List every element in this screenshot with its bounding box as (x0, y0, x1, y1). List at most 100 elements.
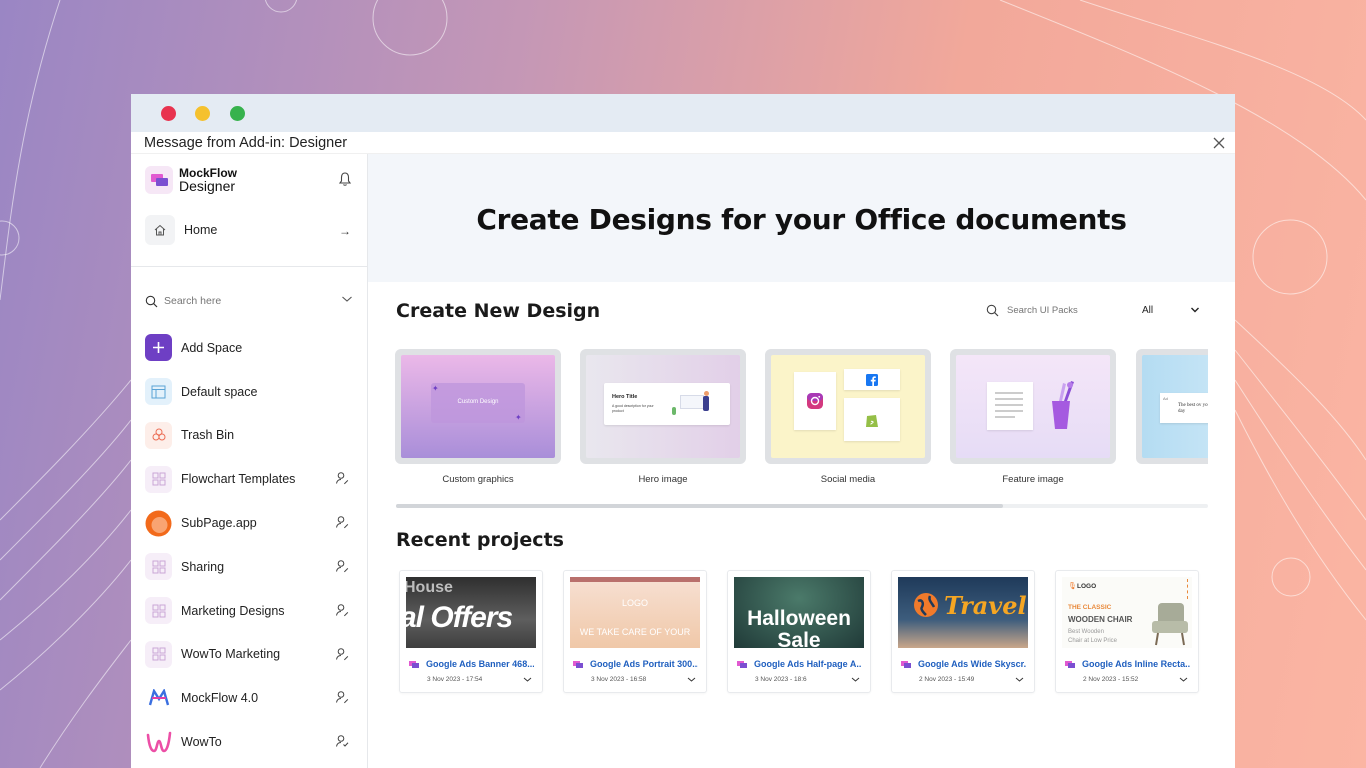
carousel-scrollbar[interactable] (396, 504, 1208, 508)
sidebar-item-label: Flowchart Templates (181, 472, 296, 487)
project-card[interactable]: Halloween Sale Google Ads Half-page A...… (727, 570, 871, 693)
template-inner-title: Hero Title (612, 394, 638, 400)
chevron-down-icon[interactable] (1179, 676, 1188, 683)
sidebar-item-trash-bin[interactable]: Trash Bin (145, 414, 355, 458)
sidebar-search-input[interactable] (164, 295, 324, 307)
trash-icon (145, 421, 172, 449)
sidebar-item-label: WowTo Marketing (181, 647, 281, 662)
user-edit-icon[interactable] (335, 647, 349, 661)
sidebar-item-subpage[interactable]: SubPage.app (145, 501, 355, 545)
project-card[interactable]: LOGO WE TAKE CARE OF YOUR Google Ads Por… (563, 570, 707, 693)
sidebar-item-label: WowTo (181, 735, 222, 750)
sidebar-item-mockflow-4[interactable]: MockFlow 4.0 (145, 676, 355, 720)
project-thumb-text: LOGO (1077, 583, 1097, 590)
wowto-logo-icon (145, 729, 172, 756)
project-thumbnail: Travel (898, 577, 1028, 648)
template-inner-text: The best ov your day (1178, 403, 1208, 414)
user-edit-icon[interactable] (335, 515, 349, 529)
sidebar-item-label: MockFlow 4.0 (181, 691, 259, 706)
chevron-down-icon[interactable] (1015, 676, 1024, 683)
designer-file-icon (573, 661, 583, 668)
user-edit-icon[interactable] (335, 471, 349, 485)
sidebar-item-flowchart-templates[interactable]: Flowchart Templates (145, 457, 355, 501)
user-edit-icon[interactable] (335, 690, 349, 704)
designer-file-icon (1065, 661, 1075, 668)
bell-icon[interactable] (338, 171, 352, 187)
project-thumbnail: House al Offers (406, 577, 536, 648)
template-card-hero-image[interactable]: Hero Title A good description for your p… (580, 349, 746, 485)
hero-title: Create Designs for your Office documents (476, 202, 1127, 236)
home-icon (145, 215, 175, 245)
chevron-down-icon[interactable] (523, 676, 532, 683)
template-thumbnail: Custom Design ✦ ✦ (395, 349, 561, 464)
ui-pack-search-input[interactable] (1007, 305, 1117, 316)
chair-image (1152, 603, 1188, 646)
template-card-feature-image[interactable]: Feature image (950, 349, 1116, 485)
plus-icon (145, 334, 172, 362)
designer-file-icon (901, 661, 911, 668)
project-name: Google Ads Half-page A... (754, 659, 862, 669)
user-edit-icon[interactable] (335, 603, 349, 617)
minimize-window-dot[interactable] (195, 106, 210, 121)
designer-file-icon (737, 661, 747, 668)
project-thumbnail: 🎙 LOGO THE CLASSIC WOODEN CHAIR Best Woo… (1062, 577, 1192, 648)
template-thumbnail (765, 349, 931, 464)
chevron-down-icon[interactable] (687, 676, 696, 683)
search-icon (145, 295, 158, 307)
sidebar-item-wowto-marketing[interactable]: WowTo Marketing (145, 633, 355, 677)
project-thumb-text: Chair at Low Price (1068, 638, 1118, 644)
chevron-down-icon[interactable] (851, 676, 860, 683)
sidebar-item-default-space[interactable]: Default space (145, 370, 355, 414)
grid-icon (145, 640, 172, 668)
chevron-down-icon[interactable] (341, 294, 353, 304)
project-date: 2 Nov 2023 - 15:52 (1083, 676, 1139, 683)
main-content: Create Designs for your Office documents… (368, 154, 1235, 768)
filter-select[interactable]: All (1142, 305, 1200, 316)
carousel-scrollbar-thumb[interactable] (396, 504, 1003, 508)
sidebar-item-add-space[interactable]: Add Space (145, 326, 355, 370)
project-card[interactable]: 🎙 LOGO THE CLASSIC WOODEN CHAIR Best Woo… (1055, 570, 1199, 693)
project-card[interactable]: House al Offers Google Ads Banner 468...… (399, 570, 543, 693)
project-thumb-text: Travel (944, 591, 1027, 620)
grid-icon (145, 465, 172, 493)
search-icon (986, 304, 999, 317)
project-card[interactable]: Travel Google Ads Wide Skyscr... 2 Nov 2… (891, 570, 1035, 693)
sidebar-divider (131, 266, 367, 267)
hero-banner: Create Designs for your Office documents (368, 154, 1235, 282)
project-name: Google Ads Inline Recta... (1082, 659, 1190, 669)
recent-projects-title: Recent projects (396, 529, 564, 551)
user-check-icon[interactable] (335, 734, 349, 748)
chevron-down-icon (1191, 307, 1199, 313)
mockflow-designer-logo-icon (145, 166, 173, 194)
shopify-icon (844, 398, 900, 441)
project-date: 3 Nov 2023 - 17:54 (427, 676, 483, 683)
template-card-custom-graphics[interactable]: Custom Design ✦ ✦ Custom graphics (395, 349, 561, 485)
close-icon[interactable] (1211, 135, 1227, 151)
template-thumbnail (950, 349, 1116, 464)
sidebar-item-label: Sharing (181, 559, 225, 574)
window-titlebar (131, 94, 1235, 132)
project-name: Google Ads Banner 468... (426, 659, 534, 669)
template-label: Social media (820, 474, 876, 485)
sidebar-item-label: Default space (181, 384, 258, 399)
sidebar-item-sharing[interactable]: Sharing (145, 545, 355, 589)
template-card-social-media[interactable]: Social media (765, 349, 931, 485)
sidebar-item-label: Marketing Designs (181, 603, 285, 618)
home-nav-item[interactable]: Home → (145, 214, 355, 246)
project-thumb-text: Sale (777, 629, 821, 648)
template-thumbnail: Hero Title A good description for your p… (580, 349, 746, 464)
sidebar-item-marketing-designs[interactable]: Marketing Designs (145, 589, 355, 633)
project-date: 2 Nov 2023 - 15:49 (919, 676, 975, 683)
home-label: Home (184, 223, 218, 237)
close-window-dot[interactable] (161, 106, 176, 121)
sidebar-item-wowto[interactable]: WowTo (145, 720, 355, 764)
template-inner-subtitle: A good description for your product (612, 404, 654, 413)
user-edit-icon[interactable] (335, 559, 349, 573)
maximize-window-dot[interactable] (230, 106, 245, 121)
grid-icon (145, 597, 172, 625)
message-title: Message from Add-in: Designer (144, 135, 348, 151)
template-card-partial[interactable]: Ad The best ov your day A (1136, 349, 1208, 485)
project-date: 3 Nov 2023 - 18:6 (755, 676, 807, 683)
arrow-right-icon: → (339, 224, 351, 238)
project-thumb-text: al Offers (406, 601, 513, 634)
